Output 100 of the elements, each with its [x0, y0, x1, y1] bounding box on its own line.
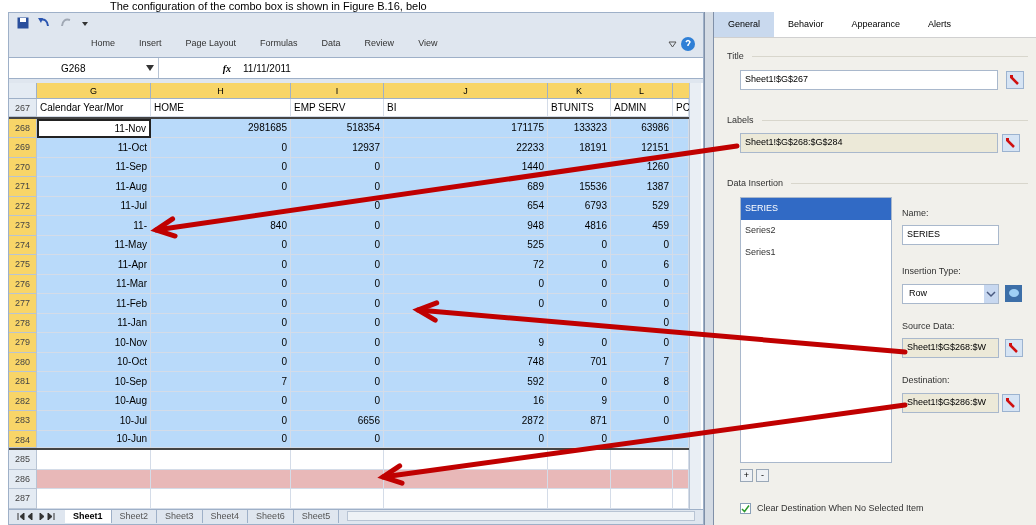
panel-tab[interactable]: General [714, 12, 775, 37]
row-header[interactable]: 286 [9, 469, 37, 489]
save-icon[interactable] [17, 17, 29, 29]
column-header[interactable]: L [611, 83, 673, 99]
table-cell: BI [384, 99, 548, 117]
table-cell: 15536 [548, 177, 611, 197]
table-cell: 0 [151, 274, 291, 294]
row-header[interactable]: 282 [9, 391, 37, 411]
name-field[interactable]: SERIES [902, 225, 999, 245]
title-field[interactable]: Sheet1!$G$267 [740, 69, 998, 90]
column-header[interactable]: K [548, 83, 611, 99]
row-header[interactable]: 280 [9, 352, 37, 372]
table-cell: 0 [291, 177, 384, 197]
row-header[interactable]: 268 [9, 118, 37, 138]
row-header[interactable]: 267 [9, 99, 37, 117]
source-data-field[interactable]: Sheet1!$G$268:$W [902, 338, 999, 358]
row-header[interactable]: 275 [9, 255, 37, 275]
row-header[interactable]: 283 [9, 411, 37, 431]
table-cell: 171175 [384, 118, 548, 138]
table-cell: 0 [151, 313, 291, 333]
row-header[interactable]: 272 [9, 196, 37, 216]
row-header[interactable]: 285 [9, 450, 37, 470]
add-button[interactable]: + [740, 468, 753, 482]
row-header[interactable]: 281 [9, 372, 37, 392]
table-cell: 0 [611, 391, 673, 411]
table-cell [673, 450, 689, 470]
table-cell: 1387 [611, 177, 673, 197]
ribbon-tab[interactable]: View [406, 37, 450, 51]
row-header[interactable]: 271 [9, 177, 37, 197]
row-header[interactable]: 279 [9, 333, 37, 353]
series-list-item[interactable]: SERIES [741, 197, 891, 220]
ribbon-tab[interactable]: Review [352, 37, 407, 51]
labels-field[interactable]: Sheet1!$G$268:$G$284 [740, 133, 998, 153]
table-cell [673, 294, 689, 314]
ribbon-tab[interactable]: Formulas [248, 37, 310, 51]
range-picker-icon[interactable] [1002, 134, 1020, 152]
ribbon-tab[interactable]: Home [79, 37, 127, 51]
row-header[interactable]: 276 [9, 274, 37, 294]
sheet-tab[interactable]: Sheet5 [293, 509, 340, 523]
sheet-tab[interactable]: Sheet6 [248, 509, 294, 523]
help-icon[interactable] [681, 37, 695, 51]
row-header[interactable]: 278 [9, 313, 37, 333]
remove-button[interactable]: - [756, 468, 769, 482]
formula-value[interactable]: 11/11/2011 [239, 60, 295, 76]
ribbon-tab[interactable]: Insert [127, 37, 174, 51]
column-header[interactable]: J [384, 83, 548, 99]
speech-bubble-icon[interactable] [1005, 285, 1022, 302]
column-header[interactable]: H [151, 83, 291, 99]
table-cell: 7 [611, 352, 673, 372]
checkbox[interactable] [740, 502, 751, 514]
table-cell: 592 [384, 372, 548, 392]
range-picker-icon[interactable] [1005, 339, 1023, 357]
ribbon-tab[interactable]: Data [309, 37, 353, 51]
row-header[interactable]: 269 [9, 138, 37, 158]
column-header[interactable]: G [37, 83, 151, 99]
row-header[interactable]: 273 [9, 216, 37, 236]
table-cell [611, 450, 673, 470]
table-cell: 0 [151, 294, 291, 314]
function-label[interactable]: fx [159, 60, 239, 76]
sheet-tab[interactable]: Sheet3 [157, 509, 203, 523]
series-list-item[interactable]: Series1 [741, 241, 891, 264]
horizontal-scrollbar[interactable] [347, 511, 695, 521]
table-cell: 11-Sep [37, 157, 151, 177]
table-cell: Calendar Year/Mor [37, 99, 151, 117]
destination-field[interactable]: Sheet1!$G$286:$W [902, 392, 999, 413]
range-picker-icon[interactable] [1002, 393, 1020, 412]
table-cell: 0 [611, 294, 673, 314]
table-cell: 0 [611, 235, 673, 255]
row-header[interactable]: 287 [9, 489, 37, 509]
table-cell [673, 411, 689, 431]
dropdown-caret-icon[interactable] [146, 65, 154, 71]
undo-icon[interactable] [37, 17, 51, 29]
source-data-label: Source Data: [902, 319, 956, 333]
minimize-ribbon-icon[interactable] [668, 40, 677, 48]
insertion-type-dropdown[interactable]: Row [902, 283, 999, 304]
table-cell [673, 216, 689, 236]
series-list-item[interactable]: Series2 [741, 219, 891, 242]
ribbon-tab[interactable]: Page Layout [173, 37, 249, 51]
table-cell: 4816 [548, 216, 611, 236]
caption-text: The configuration of the combo box is shown in Figure B.16, belo [110, 0, 427, 12]
sheet-tab[interactable]: Sheet1 [65, 509, 112, 523]
table-cell: 0 [291, 235, 384, 255]
table-cell: 10-Sep [37, 372, 151, 392]
name-label: Name: [902, 206, 930, 220]
sheet-tab[interactable]: Sheet4 [202, 509, 249, 523]
name-box[interactable]: G268 [9, 58, 159, 78]
row-header[interactable]: 274 [9, 235, 37, 255]
sheet-tab[interactable]: Sheet2 [111, 509, 158, 523]
table-cell: 11-May [37, 235, 151, 255]
table-cell [611, 469, 673, 489]
customize-caret-icon[interactable] [81, 19, 89, 27]
row-header[interactable]: 277 [9, 294, 37, 314]
range-picker-icon[interactable] [1006, 70, 1024, 89]
table-cell: 6793 [548, 196, 611, 216]
table-cell: 22233 [384, 138, 548, 158]
sheet-navigation-icon[interactable] [17, 512, 57, 520]
vertical-scrollbar[interactable] [689, 83, 701, 509]
row-header[interactable]: 270 [9, 157, 37, 177]
table-cell: EMP SERV [291, 99, 384, 117]
column-header[interactable]: I [291, 83, 384, 99]
